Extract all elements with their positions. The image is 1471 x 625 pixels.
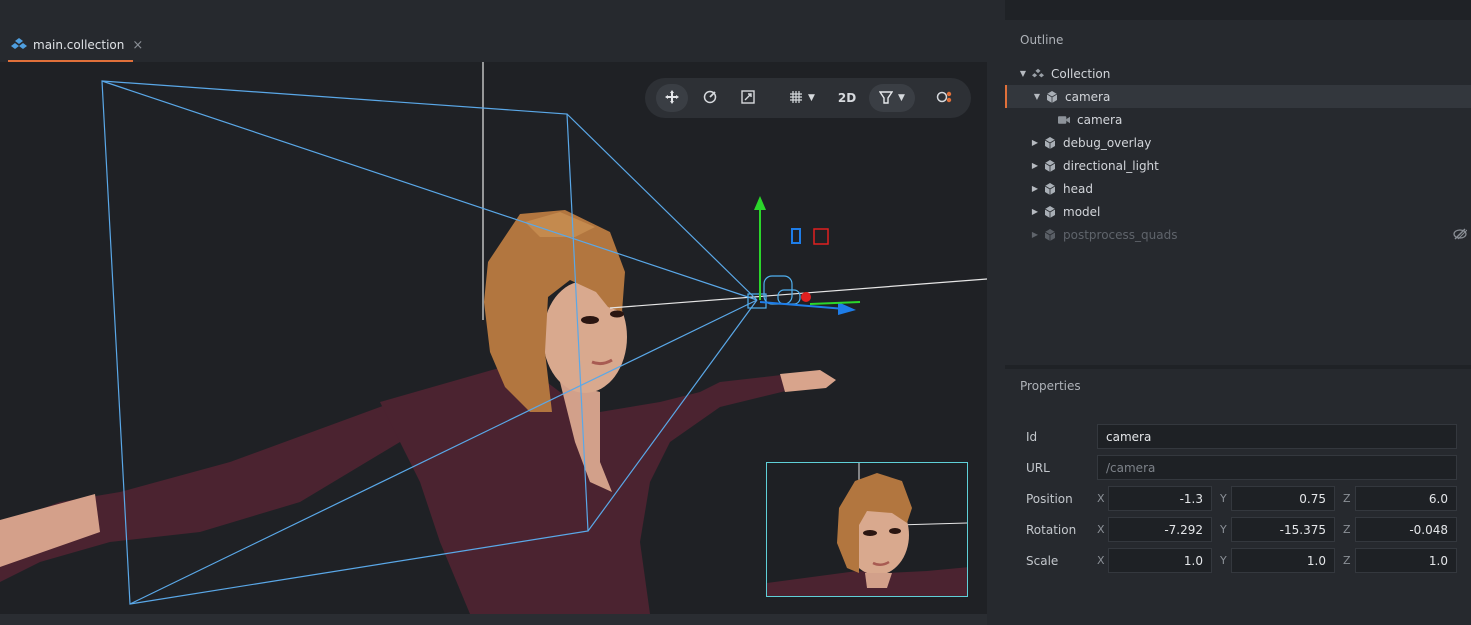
chevron-right-icon[interactable]: ▶: [1029, 230, 1041, 239]
outline-item-head[interactable]: ▶ head: [1005, 177, 1471, 200]
prop-label: URL: [1026, 461, 1050, 475]
prop-id: Id camera: [1005, 424, 1471, 450]
rotation-z-field[interactable]: -0.048: [1355, 517, 1457, 542]
axis-y-label: Y: [1220, 523, 1227, 536]
prop-label: Scale: [1026, 554, 1059, 568]
hidden-eye-icon[interactable]: [1453, 228, 1468, 243]
outline-item-label: camera: [1065, 89, 1111, 104]
axis-y-label: Y: [1220, 554, 1227, 567]
scale-x-field[interactable]: 1.0: [1108, 548, 1212, 573]
filter-icon: [878, 90, 894, 107]
outline-item-label: debug_overlay: [1063, 135, 1152, 150]
collection-icon: [11, 37, 27, 53]
prop-scale: Scale X 1.0 Y 1.0 Z 1.0: [1005, 548, 1471, 574]
game-object-icon: [1044, 136, 1056, 149]
outline-item-collection[interactable]: ▼ Collection: [1005, 62, 1471, 85]
axis-x-label: X: [1097, 492, 1105, 505]
outline-item-label: directional_light: [1063, 158, 1159, 173]
id-field[interactable]: camera: [1097, 424, 1457, 449]
chevron-right-icon[interactable]: ▶: [1029, 161, 1041, 170]
outline-item-debug-overlay[interactable]: ▶ debug_overlay: [1005, 131, 1471, 154]
camera-component-icon: [1058, 114, 1070, 126]
outline-item-label: model: [1063, 204, 1101, 219]
game-object-icon: [1044, 205, 1056, 218]
move-tool-button[interactable]: [656, 84, 688, 112]
prop-url: URL /camera: [1005, 455, 1471, 481]
collection-icon: [1032, 68, 1044, 80]
prop-label: Id: [1026, 430, 1038, 444]
rotation-y-field[interactable]: -15.375: [1231, 517, 1335, 542]
outline-item-camera-go[interactable]: ▼ camera: [1005, 85, 1471, 108]
camera-gizmo: [747, 196, 861, 315]
chevron-down-icon[interactable]: ▼: [1017, 69, 1029, 78]
outline-item-directional-light[interactable]: ▶ directional_light: [1005, 154, 1471, 177]
scale-z-field[interactable]: 1.0: [1355, 548, 1457, 573]
prop-label: Position: [1026, 492, 1073, 506]
outline-item-label: Collection: [1051, 66, 1111, 81]
chevron-down-icon: ▼: [808, 93, 815, 103]
position-y-field[interactable]: 0.75: [1231, 486, 1335, 511]
outline-item-camera-component[interactable]: camera: [1005, 108, 1471, 131]
position-x-field[interactable]: -1.3: [1108, 486, 1212, 511]
game-object-icon: [1046, 90, 1058, 103]
tab-main-collection[interactable]: main.collection ×: [8, 30, 143, 62]
axis-x-label: X: [1097, 554, 1105, 567]
tab-label: main.collection: [33, 38, 125, 52]
outline-item-label: postprocess_quads: [1063, 227, 1178, 242]
outline-panel: Outline ▼ Collection ▼ camera camera ▶ d…: [1005, 20, 1471, 365]
chevron-down-icon[interactable]: ▼: [1031, 92, 1043, 101]
viewport-bottom-bar: [0, 614, 1000, 625]
visibility-filter-button[interactable]: ▼: [869, 84, 915, 112]
prop-rotation: Rotation X -7.292 Y -15.375 Z -0.048: [1005, 517, 1471, 543]
properties-title: Properties: [1020, 379, 1081, 393]
chevron-down-icon: ▼: [898, 93, 905, 103]
game-object-icon: [1044, 182, 1056, 195]
close-icon[interactable]: ×: [132, 38, 143, 53]
camera-icon: [936, 90, 952, 107]
chevron-right-icon[interactable]: ▶: [1029, 138, 1041, 147]
axis-x-label: X: [1097, 523, 1105, 536]
grid-dropdown-button[interactable]: ▼: [786, 84, 818, 112]
game-object-icon: [1044, 228, 1056, 241]
grid-icon: [789, 90, 803, 107]
camera-settings-button[interactable]: [928, 84, 960, 112]
position-z-field[interactable]: 6.0: [1355, 486, 1457, 511]
outline-tree: ▼ Collection ▼ camera camera ▶ debug_ove…: [1005, 62, 1471, 246]
panel-splitter[interactable]: [987, 20, 1005, 625]
prop-position: Position X -1.3 Y 0.75 Z 6.0: [1005, 486, 1471, 512]
scale-y-field[interactable]: 1.0: [1231, 548, 1335, 573]
outline-title: Outline: [1020, 33, 1064, 47]
axis-z-label: Z: [1343, 554, 1351, 567]
right-top-strip: [1005, 0, 1471, 20]
outline-item-postprocess-quads[interactable]: ▶ postprocess_quads: [1005, 223, 1471, 246]
viewport-toolbar: ▼ 2D ▼: [645, 78, 971, 118]
axis-y-label: Y: [1220, 492, 1227, 505]
axis-z-label: Z: [1343, 523, 1351, 536]
properties-panel: Properties Id camera URL /camera Positio…: [1005, 365, 1471, 625]
outline-item-model[interactable]: ▶ model: [1005, 200, 1471, 223]
scale-tool-button[interactable]: [732, 84, 764, 112]
outline-item-label: camera: [1077, 112, 1123, 127]
move-icon: [665, 89, 679, 107]
axis-z-label: Z: [1343, 492, 1351, 505]
rotation-x-field[interactable]: -7.292: [1108, 517, 1212, 542]
game-object-icon: [1044, 159, 1056, 172]
chevron-right-icon[interactable]: ▶: [1029, 207, 1041, 216]
chevron-right-icon[interactable]: ▶: [1029, 184, 1041, 193]
outline-item-label: head: [1063, 181, 1093, 196]
editor-tab-bar: main.collection ×: [0, 20, 1000, 62]
mode-2d-button[interactable]: 2D: [831, 84, 863, 112]
prop-label: Rotation: [1026, 523, 1077, 537]
scale-icon: [741, 89, 755, 107]
rotate-tool-button[interactable]: [694, 84, 726, 112]
camera-preview: [766, 462, 968, 597]
camera-preview-render: [767, 463, 967, 596]
rotate-icon: [703, 90, 717, 107]
url-field[interactable]: /camera: [1097, 455, 1457, 480]
scene-viewport[interactable]: ▼ 2D ▼: [0, 62, 987, 614]
